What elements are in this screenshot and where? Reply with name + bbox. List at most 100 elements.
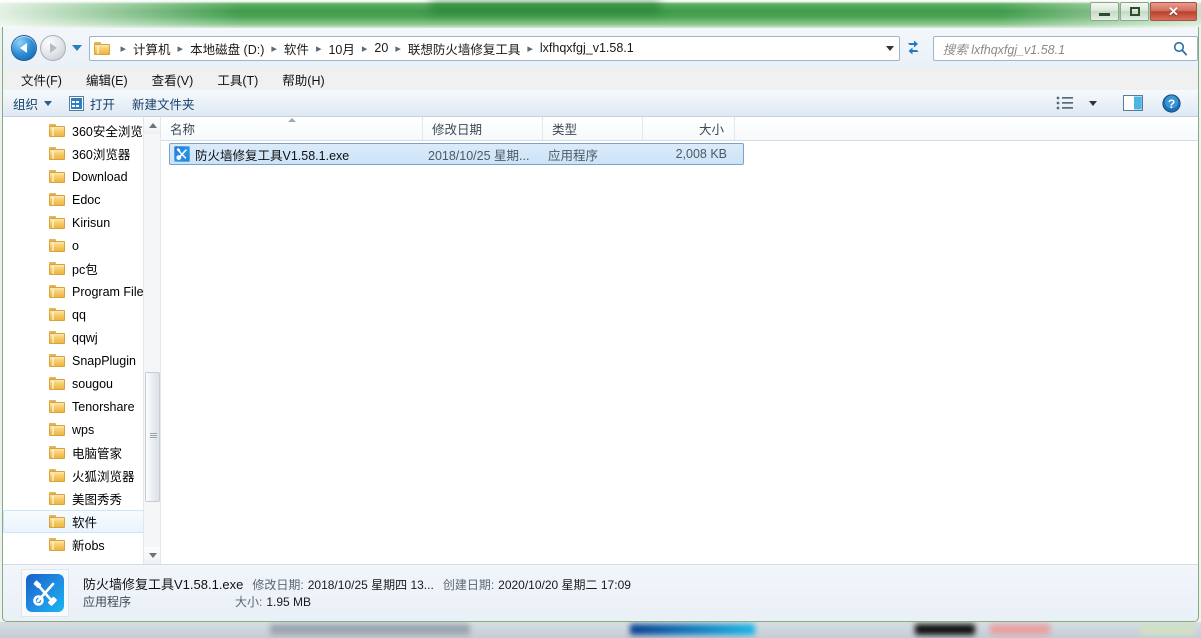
- file-name-label: 防火墙修复工具V1.58.1.exe: [195, 148, 350, 163]
- column-header[interactable]: 修改日期: [423, 117, 543, 140]
- tree-item[interactable]: 电脑管家: [3, 441, 144, 464]
- chevron-down-icon: [886, 45, 894, 51]
- breadcrumb-item-lenovo-firewall-tool[interactable]: 联想防火墙修复工具: [405, 37, 524, 60]
- tree-item-label: SnapPlugin: [72, 353, 136, 368]
- tree-item[interactable]: Program Files: [3, 280, 150, 303]
- scrollbar-grip-icon: [150, 433, 157, 439]
- details-modified-label: 修改日期:: [252, 577, 304, 592]
- taskbar-item[interactable]: [630, 624, 755, 635]
- new-folder-button[interactable]: 新建文件夹: [125, 92, 202, 114]
- tree-item-label: wps: [72, 422, 95, 437]
- tree-item[interactable]: Kirisun: [3, 211, 144, 234]
- menu-item-file[interactable]: 文件(F): [19, 68, 64, 91]
- tree-item[interactable]: 新obs: [3, 533, 144, 556]
- tree-item[interactable]: o: [3, 234, 144, 257]
- forward-button[interactable]: [39, 35, 66, 61]
- details-line-1: 防火墙修复工具V1.58.1.exe 修改日期: 2018/10/25 星期四 …: [83, 574, 631, 593]
- taskbar-item[interactable]: [915, 624, 975, 635]
- list-view-icon: [1056, 96, 1073, 110]
- open-button[interactable]: 打开: [62, 92, 122, 114]
- tree-item[interactable]: Tenorshare: [3, 395, 144, 418]
- menu-item-tools[interactable]: 工具(T): [215, 68, 260, 91]
- tree-item[interactable]: Edoc: [3, 188, 144, 211]
- refresh-icon: [908, 40, 919, 55]
- close-icon: ✕: [1168, 4, 1179, 19]
- breadcrumb-separator[interactable]: ▸: [312, 42, 326, 55]
- breadcrumb-item-computer[interactable]: 计算机: [130, 37, 174, 60]
- column-header-label: 类型: [552, 123, 578, 137]
- tree-item-label: pc包: [72, 263, 98, 277]
- table-row[interactable]: 防火墙修复工具V1.58.1.exe 2018/10/25 星期... 应用程序 2,…: [169, 143, 744, 165]
- breadcrumb-item-month[interactable]: 10月: [325, 37, 357, 60]
- tree-item[interactable]: 软件: [3, 510, 144, 533]
- tree-item[interactable]: Download: [3, 165, 144, 188]
- search-box[interactable]: 搜索 lxfhqxfgj_v1.58.1: [932, 35, 1198, 61]
- breadcrumb-separator[interactable]: ▸: [391, 42, 405, 55]
- organize-label: 组织: [13, 97, 39, 112]
- taskbar: [0, 622, 1201, 638]
- tree-item[interactable]: wps: [3, 418, 144, 441]
- recent-locations-dropdown-icon[interactable]: [71, 45, 82, 51]
- tree-item[interactable]: 360浏览器: [3, 142, 144, 165]
- folder-icon: [49, 423, 65, 436]
- taskbar-item[interactable]: [990, 624, 1050, 635]
- folder-icon: [49, 147, 65, 160]
- taskbar-item[interactable]: [1140, 624, 1195, 635]
- back-arrow-icon: [19, 43, 27, 53]
- help-button[interactable]: ?: [1158, 92, 1184, 114]
- breadcrumb-separator[interactable]: ▸: [117, 42, 131, 55]
- organize-button[interactable]: 组织: [6, 92, 59, 114]
- tree-item[interactable]: qqwj: [3, 326, 144, 349]
- scroll-down-button[interactable]: [144, 547, 160, 564]
- taskbar-item[interactable]: [270, 624, 470, 635]
- tree-item[interactable]: sougou: [3, 372, 144, 395]
- folder-icon: [49, 216, 65, 229]
- column-header[interactable]: 名称: [161, 117, 423, 140]
- breadcrumb-item-day[interactable]: 20: [371, 39, 391, 57]
- back-button[interactable]: [11, 35, 37, 61]
- breadcrumb-separator[interactable]: ▸: [267, 42, 281, 55]
- breadcrumb-separator[interactable]: ▸: [358, 42, 372, 55]
- breadcrumb-separator[interactable]: ▸: [174, 42, 188, 55]
- menu-item-help[interactable]: 帮助(H): [280, 68, 326, 91]
- tree-item[interactable]: 360安全浏览器: [3, 119, 155, 142]
- scrollbar-thumb[interactable]: [145, 372, 160, 502]
- view-options-dropdown[interactable]: [1080, 92, 1106, 114]
- tree-item[interactable]: SnapPlugin: [3, 349, 144, 372]
- column-header[interactable]: 类型: [543, 117, 643, 140]
- forward-arrow-icon: [49, 43, 57, 53]
- maximize-restore-button[interactable]: [1120, 2, 1149, 21]
- folder-icon: [49, 308, 65, 321]
- tree-item[interactable]: qq: [3, 303, 144, 326]
- tree-item[interactable]: 火狐浏览器: [3, 464, 144, 487]
- refresh-button[interactable]: [903, 36, 925, 60]
- scroll-up-button[interactable]: [144, 117, 160, 134]
- minimize-button[interactable]: [1090, 2, 1119, 21]
- folder-icon: [49, 193, 65, 206]
- column-header[interactable]: 大小: [643, 117, 735, 140]
- menu-item-edit[interactable]: 编辑(E): [84, 68, 130, 91]
- tree-item[interactable]: pc包: [3, 257, 144, 280]
- breadcrumb-item-current-folder[interactable]: lxfhqxfgj_v1.58.1: [537, 39, 637, 57]
- folder-icon: [49, 354, 65, 367]
- breadcrumb-item-software[interactable]: 软件: [281, 37, 312, 60]
- search-input[interactable]: 搜索 lxfhqxfgj_v1.58.1: [934, 39, 1173, 58]
- tree-item[interactable]: 美图秀秀: [3, 487, 144, 510]
- title-bar: ✕: [0, 0, 1201, 28]
- details-icon-container: [21, 568, 69, 617]
- help-icon: ?: [1161, 93, 1181, 113]
- preview-pane-button[interactable]: [1120, 92, 1146, 114]
- menu-bar: 文件(F) 编辑(E) 查看(V) 工具(T) 帮助(H): [3, 68, 1198, 90]
- breadcrumb-separator[interactable]: ▸: [523, 42, 537, 55]
- menu-item-view[interactable]: 查看(V): [150, 68, 196, 91]
- change-view-button[interactable]: [1052, 92, 1078, 114]
- details-file-type: 应用程序: [83, 594, 132, 609]
- address-dropdown-button[interactable]: [881, 37, 899, 60]
- address-bar[interactable]: ▸ 计算机 ▸ 本地磁盘 (D:) ▸ 软件 ▸ 10月 ▸ 20 ▸ 联想防火…: [88, 35, 900, 61]
- column-header-label: 名称: [170, 123, 196, 137]
- folder-icon: [49, 446, 65, 459]
- navigation-scrollbar[interactable]: [143, 117, 160, 564]
- breadcrumb-item-local-disk[interactable]: 本地磁盘 (D:): [187, 37, 267, 60]
- chevron-up-icon: [148, 123, 157, 128]
- close-button[interactable]: ✕: [1150, 2, 1197, 21]
